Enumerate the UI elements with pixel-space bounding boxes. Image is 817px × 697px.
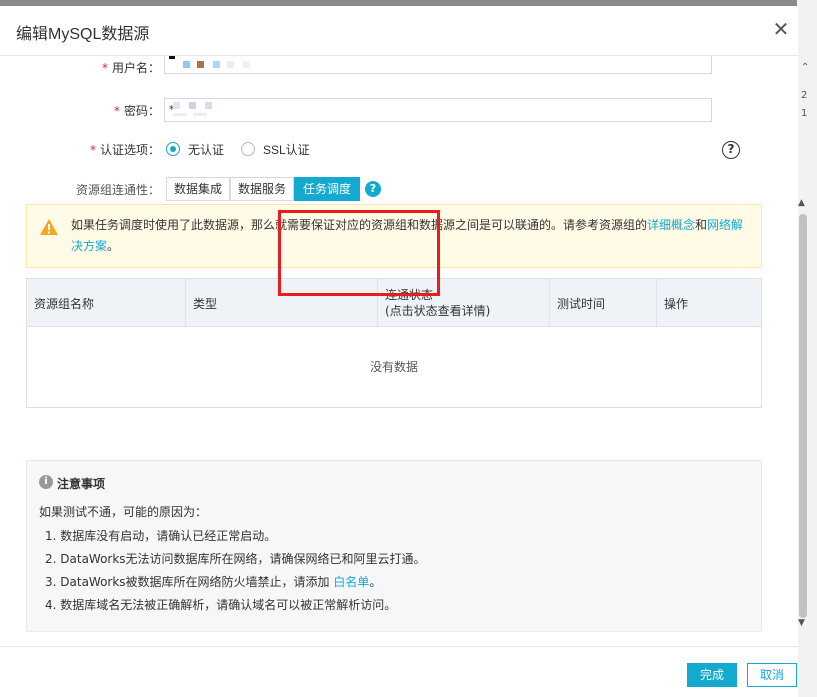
- table-empty-state: 没有数据: [369, 360, 418, 374]
- auth-label: * 认证选项：: [89, 143, 160, 157]
- password-label: * 密码：: [113, 104, 160, 118]
- column-header-actions: 操作: [664, 297, 689, 311]
- notice-intro: 如果测试不通，可能的原因为：: [39, 505, 208, 519]
- scroll-down-arrow-icon[interactable]: ▼: [798, 618, 805, 628]
- username-input[interactable]: [164, 56, 712, 74]
- resource-group-table: 资源组名称 类型 连通状态 (点击状态查看详情) 测试时间 操作 没有数据: [26, 278, 762, 408]
- dialog-scrollbar[interactable]: ▲ ▼: [795, 196, 809, 636]
- close-icon[interactable]: ✕: [768, 16, 794, 42]
- connectivity-help-icon[interactable]: ?: [365, 181, 381, 197]
- column-header-type: 类型: [186, 279, 378, 327]
- warning-alert: 如果任务调度时使用了此数据源，那么就需要保证对应的资源组和数据源之间是可以联通的…: [26, 204, 762, 268]
- notice-item: 2. DataWorks无法访问数据库所在网络，请确保网络已和阿里云打通。: [45, 552, 426, 566]
- redacted-block: [197, 61, 204, 68]
- username-row: * 用户名：: [0, 56, 160, 80]
- edit-datasource-dialog: 编辑MySQL数据源 ✕ * 用户名： * 密码： * * 认证选项： 无认证 …: [0, 6, 798, 697]
- redacted-block: [205, 102, 212, 109]
- radio-ssl-auth-label[interactable]: SSL认证: [263, 141, 310, 158]
- username-label: * 用户名：: [101, 61, 160, 75]
- warning-icon: [40, 219, 58, 235]
- redacted-block: [183, 61, 190, 68]
- auth-row: * 认证选项：: [0, 136, 160, 162]
- redacted-block: [193, 113, 207, 116]
- password-row: * 密码：: [0, 97, 160, 123]
- notice-item: 3. DataWorks被数据库所在网络防火墙禁止，请添加 白名单。: [45, 575, 382, 589]
- notice-panel: i 注意事项 如果测试不通，可能的原因为： 1. 数据库没有启动，请确认已经正常…: [26, 460, 762, 632]
- redacted-block: [173, 102, 180, 109]
- background-glyph: ⌃: [801, 62, 810, 73]
- password-input[interactable]: *: [164, 98, 712, 122]
- dialog-footer: 完成 取消: [0, 646, 798, 697]
- redacted-block: [189, 102, 196, 109]
- tab-task-scheduling[interactable]: 任务调度: [294, 177, 360, 201]
- dialog-title: 编辑MySQL数据源: [16, 26, 150, 43]
- redacted-block: [173, 113, 187, 116]
- notice-item: 4. 数据库域名无法被正确解析，请确认域名可以被正常解析访问。: [45, 598, 397, 612]
- alert-text: 如果任务调度时使用了此数据源，那么就需要保证对应的资源组和数据源之间是可以联通的…: [71, 218, 744, 253]
- done-button[interactable]: 完成: [687, 663, 737, 687]
- radio-no-auth[interactable]: [166, 142, 180, 156]
- background-text: 2: [801, 90, 808, 101]
- connectivity-label: 资源组连通性：: [75, 183, 160, 197]
- connectivity-row: 资源组连通性：: [0, 176, 160, 202]
- link-detailed-concept[interactable]: 详细概念: [647, 218, 695, 232]
- tab-data-integration[interactable]: 数据集成: [166, 177, 230, 201]
- radio-no-auth-label[interactable]: 无认证: [188, 141, 224, 158]
- info-icon: i: [39, 475, 53, 489]
- dialog-body[interactable]: * 用户名： * 密码： * * 认证选项： 无认证 SSL认证 ? 资源组连通…: [0, 56, 798, 646]
- tab-data-service[interactable]: 数据服务: [230, 177, 294, 201]
- table-header: 资源组名称 类型 连通状态 (点击状态查看详情) 测试时间 操作: [27, 279, 761, 327]
- link-whitelist[interactable]: 白名单: [333, 575, 369, 589]
- help-icon[interactable]: ?: [722, 141, 740, 159]
- notice-item: 1. 数据库没有启动，请确认已经正常启动。: [45, 529, 277, 543]
- scrollbar-thumb[interactable]: [799, 214, 807, 618]
- redacted-block: [169, 56, 175, 59]
- column-header-test-time: 测试时间: [550, 279, 657, 327]
- column-header-status: 连通状态 (点击状态查看详情): [378, 279, 550, 327]
- notice-title: 注意事项: [57, 477, 106, 491]
- redacted-block: [243, 61, 250, 68]
- redacted-block: [227, 61, 234, 68]
- redacted-block: [213, 61, 220, 68]
- column-header-name: 资源组名称: [27, 279, 186, 327]
- cancel-button[interactable]: 取消: [747, 663, 797, 687]
- radio-ssl-auth[interactable]: [241, 142, 255, 156]
- scroll-up-arrow-icon[interactable]: ▲: [798, 198, 805, 208]
- background-text: 1: [801, 108, 808, 119]
- dialog-header: 编辑MySQL数据源 ✕: [0, 6, 798, 56]
